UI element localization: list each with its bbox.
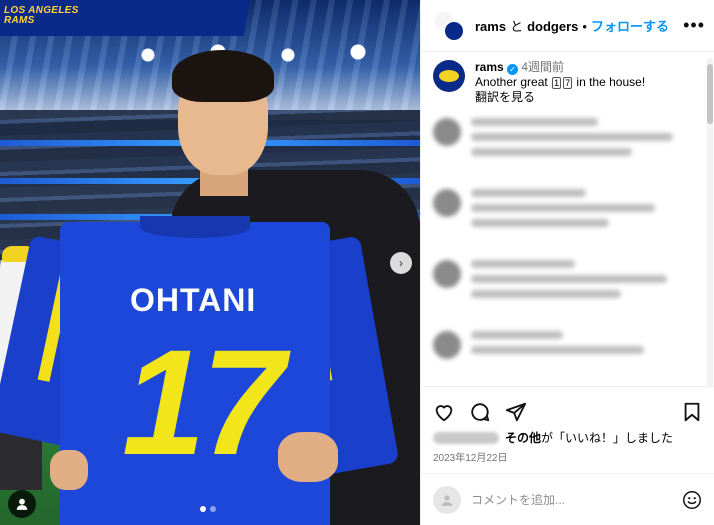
share-icon[interactable] — [505, 401, 527, 423]
add-comment-bar — [421, 473, 714, 525]
carousel-dot — [200, 506, 206, 512]
verified-badge-icon: ✓ — [507, 64, 519, 75]
jersey: OHTANI 17 — [0, 216, 400, 525]
list-item — [433, 189, 701, 234]
caption: rams ✓ 4週間前 Another great 17 in the hous… — [433, 60, 703, 105]
scroll-thumb[interactable] — [707, 64, 713, 124]
chevron-right-icon: › — [399, 256, 403, 270]
account-link-dodgers[interactable]: dodgers — [527, 19, 578, 34]
caption-username[interactable]: rams — [475, 60, 504, 74]
carousel-next-button[interactable]: › — [390, 252, 412, 274]
bookmark-icon[interactable] — [681, 401, 703, 423]
caption-body: rams ✓ 4週間前 Another great 17 in the hous… — [475, 60, 645, 105]
avatar — [433, 189, 461, 217]
jersey-number: 17 — [122, 318, 285, 486]
rams-horn-icon — [439, 70, 459, 82]
comment-input[interactable] — [471, 493, 671, 507]
separator-dot: • — [582, 19, 587, 34]
post-actions: その他が「いいね！」しました 2023年12月22日 — [421, 386, 714, 525]
comment-icon[interactable] — [469, 401, 491, 423]
avatar[interactable] — [433, 60, 465, 92]
joiner-text: と — [510, 19, 524, 34]
collab-avatars[interactable] — [433, 9, 465, 42]
avatar — [433, 486, 461, 514]
list-item — [433, 118, 701, 163]
post-side-panel: rams と dodgers • フォローする ••• rams ✓ 4週間前 … — [420, 0, 714, 525]
avatar — [433, 331, 461, 359]
likes-others: その他 — [505, 431, 542, 445]
comments-list — [433, 118, 701, 386]
carousel-dot — [210, 506, 216, 512]
hand-right — [278, 432, 338, 482]
tagged-users-button[interactable] — [8, 490, 36, 518]
avatar-rams — [443, 19, 465, 42]
avatar — [433, 118, 461, 146]
header-accounts: rams と dodgers • フォローする — [475, 16, 669, 35]
account-link-rams[interactable]: rams — [475, 19, 506, 34]
user-icon — [441, 495, 453, 506]
emoji-icon[interactable] — [681, 489, 703, 511]
likes-summary: その他が「いいね！」しました — [433, 429, 673, 446]
list-item — [433, 331, 701, 361]
hand-left — [50, 450, 88, 490]
comments-scrollbar[interactable] — [707, 58, 713, 388]
user-icon — [16, 498, 28, 510]
hair — [172, 50, 274, 102]
more-options-icon[interactable]: ••• — [683, 15, 705, 36]
heart-icon[interactable] — [433, 401, 455, 423]
carousel-dots — [200, 506, 216, 512]
translate-link[interactable]: 翻訳を見る — [475, 90, 645, 105]
jersey-name: OHTANI — [130, 282, 257, 318]
avatar — [433, 260, 461, 288]
caption-text-after: in the house! — [573, 75, 646, 89]
liker-names-blurred[interactable] — [433, 431, 499, 444]
post-header: rams と dodgers • フォローする ••• — [421, 0, 714, 52]
caption-text: Another great 17 in the house! — [475, 75, 645, 90]
jersey-collar — [140, 216, 250, 238]
likes-text[interactable]: その他が「いいね！」しました — [505, 429, 673, 446]
caption-time[interactable]: 4週間前 — [521, 60, 564, 74]
list-item — [433, 260, 701, 305]
caption-text-before: Another great — [475, 75, 552, 89]
follow-button[interactable]: フォローする — [591, 16, 669, 35]
action-icons — [433, 399, 703, 425]
banner-logo-text: LOS ANGELES RAMS — [4, 5, 79, 26]
post-image[interactable]: LOS ANGELES RAMS OHTANI 17 › — [0, 0, 420, 525]
post-date: 2023年12月22日 — [433, 453, 508, 464]
keycap-seven: 7 — [563, 77, 573, 89]
keycap-one: 1 — [552, 77, 562, 89]
